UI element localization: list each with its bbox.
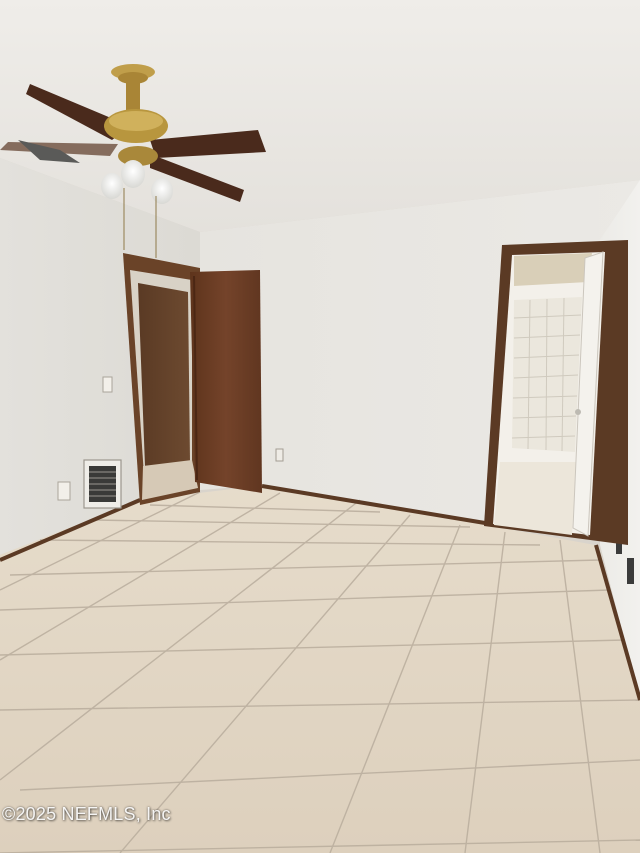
watermark: ©2025 NEFMLS, Inc	[2, 804, 171, 824]
hvac-vent	[83, 459, 122, 509]
wall-outlet-back	[275, 448, 284, 462]
wall-outlet-right-2	[627, 558, 634, 584]
fan-light-bulb-2	[101, 173, 123, 199]
wall-outlet-left	[57, 481, 71, 501]
open-wood-door	[190, 270, 262, 493]
light-switch	[102, 376, 113, 393]
fan-light-bulb-3	[151, 178, 173, 204]
room-photo	[0, 0, 640, 853]
bathroom-ceiling	[514, 253, 592, 286]
bathroom-floor	[494, 462, 576, 535]
fan-light-bulb-1	[121, 160, 145, 188]
door-knob	[575, 409, 581, 415]
closet-door	[138, 283, 190, 466]
